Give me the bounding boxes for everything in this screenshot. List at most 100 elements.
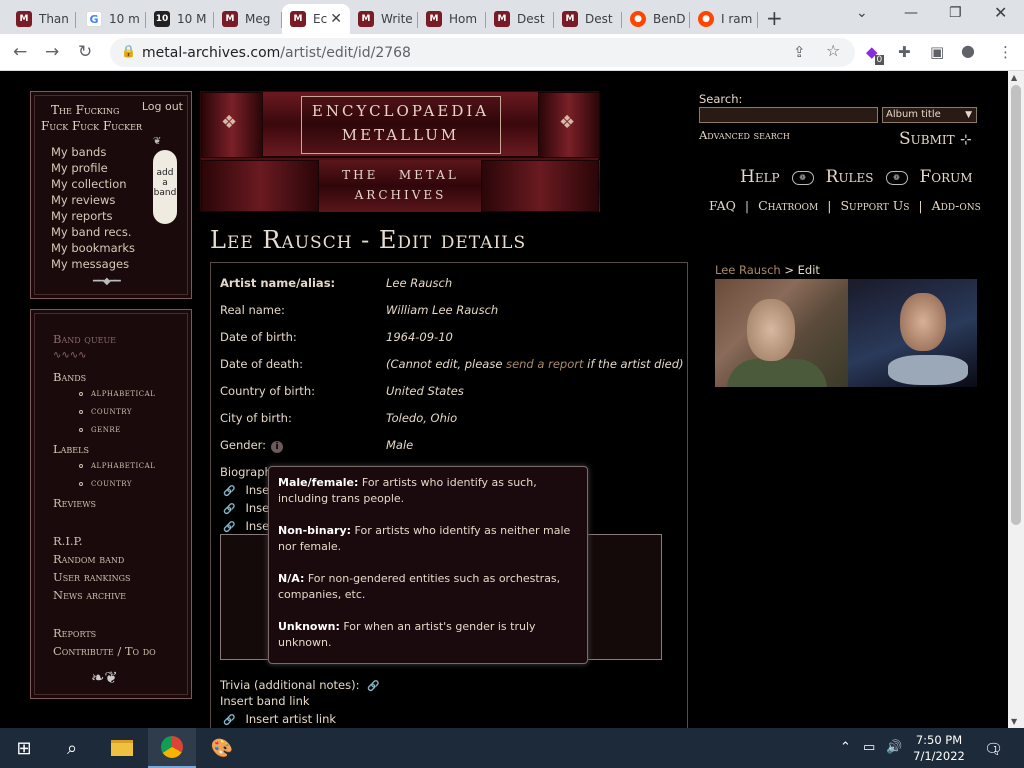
help-link[interactable]: Help [740,167,780,187]
insert-band-link-2[interactable]: Insert band link [220,694,310,708]
chrome-icon[interactable] [148,728,196,768]
close-tab-icon[interactable]: ✕ [330,11,342,27]
bands-country-link[interactable]: country [79,406,132,417]
queue-ornament-icon: ∿∿∿∿ [53,350,87,361]
user-rankings-link[interactable]: User rankings [53,570,131,584]
tab[interactable]: M Dest [486,4,554,34]
system-clock[interactable]: 7:50 PM 7/1/2022 [912,732,966,764]
page-scrollbar[interactable]: ▲ ▼ [1008,71,1024,728]
submit-search-button[interactable]: Submit ⊹ [899,129,972,149]
scrollbar-thumb[interactable] [1011,85,1021,525]
user-menu-item[interactable]: My reviews [51,192,135,208]
artist-name-value: Lee Rausch [386,276,453,290]
tab-label: Dest [585,12,613,26]
dod-value: (Cannot edit, please send a report if th… [386,357,684,371]
faq-link[interactable]: FAQ [709,198,736,213]
tab-active[interactable]: M Ec ✕ [282,4,350,34]
tab[interactable]: G 10 m [78,4,146,34]
new-tab-button[interactable]: + [766,6,783,30]
advanced-search-link[interactable]: Advanced search [699,128,790,142]
favicon-icon: ● [630,11,646,27]
scroll-up-icon[interactable]: ▲ [1011,73,1017,82]
bands-alphabetical-link[interactable]: alphabetical [79,388,155,399]
reviews-link[interactable]: Reviews [53,496,96,510]
minimize-button[interactable]: — [904,5,918,21]
tab[interactable]: M Meg [214,4,282,34]
tab[interactable]: 10 10 M [146,4,214,34]
profile-avatar-icon[interactable]: ● [961,41,975,60]
paint-icon[interactable]: 🎨 [198,728,246,768]
file-explorer-icon[interactable] [98,728,146,768]
network-icon[interactable]: ▭ [863,740,875,755]
support-us-link[interactable]: Support Us [840,198,909,213]
tab-strip: M Than G 10 m 10 10 M M Meg M Ec ✕ M Write M Hom M Dest M… [0,0,1024,34]
site-logo-banner[interactable]: ❖ ❖ ENCYCLOPAEDIA METALLUM THE METAL ARC… [200,91,600,212]
reports-link[interactable]: Reports [53,626,96,640]
contribute-link[interactable]: Contribute / To do [53,644,156,658]
search-input[interactable] [699,107,878,123]
notification-icon[interactable]: 🗨1 [984,740,1008,758]
favicon-icon: M [494,11,510,27]
divider-ornament-icon: ━━◆━━ [93,276,121,287]
chevron-up-icon[interactable]: ⌃ [840,740,851,755]
info-icon[interactable]: i [271,441,284,453]
country-value: United States [386,384,464,398]
rules-link[interactable]: Rules [826,167,874,187]
add-ons-link[interactable]: Add-ons [932,198,981,213]
tab[interactable]: M Hom [418,4,486,34]
share-icon[interactable]: ⇪ [793,43,806,61]
bookmark-star-icon[interactable]: ☆ [826,41,840,60]
scroll-down-icon[interactable]: ▼ [1011,717,1017,726]
menu-kebab-icon[interactable]: ⋮ [998,43,1013,61]
extension-icon[interactable]: ◆0 [866,43,887,65]
user-menu-item[interactable]: My profile [51,160,135,176]
puzzle-icon[interactable]: ✚ [898,43,911,61]
user-menu-item[interactable]: My messages [51,256,135,272]
windows-start-icon[interactable]: ⊞ [0,728,48,768]
chatroom-link[interactable]: Chatroom [758,198,818,213]
address-bar[interactable]: 🔒 metal-archives.com/artist/edit/id/2768 [110,38,855,67]
random-band-link[interactable]: Random band [53,552,124,566]
tab[interactable]: M Dest [554,4,622,34]
labels-link[interactable]: Labels [53,442,89,456]
band-queue-link[interactable]: Band queue [53,332,116,346]
sidepanel-icon[interactable]: ▣ [930,43,944,61]
gender-label: Gender: i [220,438,284,453]
insert-artist-link-1[interactable]: 🔗 Inser [223,501,274,515]
tab[interactable]: M Than [8,4,76,34]
close-window-button[interactable]: ✕ [994,3,1007,22]
volume-icon[interactable]: 🔊 [886,740,902,755]
bands-genre-link[interactable]: genre [79,424,121,435]
tab[interactable]: M Write [350,4,418,34]
user-menu-item[interactable]: My reports [51,208,135,224]
favicon-icon: 10 [154,11,170,27]
bands-link[interactable]: Bands [53,370,86,384]
tab[interactable]: ● BenD [622,4,690,34]
tab-label: Meg [245,12,271,26]
labels-alphabetical-link[interactable]: alphabetical [79,460,155,471]
news-archive-link[interactable]: News archive [53,588,126,602]
insert-label-link-1[interactable]: 🔗 Inser [223,519,274,533]
send-report-link[interactable]: send a report [506,357,583,371]
user-menu-item[interactable]: My collection [51,176,135,192]
search-icon[interactable]: ⌕ [48,728,96,768]
add-band-button[interactable]: add a band [153,150,177,224]
labels-country-link[interactable]: country [79,478,132,489]
restore-button[interactable]: ❐ [949,5,962,21]
search-type-select[interactable]: Album title ▼ [882,107,977,123]
user-menu-item[interactable]: My bands [51,144,135,160]
tab-search-icon[interactable]: ⌄ [856,5,868,21]
forum-link[interactable]: Forum [920,167,973,187]
link-icon: 🔗 [223,715,236,726]
insert-artist-link-2[interactable]: 🔗 Insert artist link [223,712,336,726]
reload-button[interactable]: ↻ [78,42,92,62]
user-menu-item[interactable]: My band recs. [51,224,135,240]
back-button[interactable]: ← [13,42,27,62]
forward-button[interactable]: → [45,42,59,62]
breadcrumb-artist-link[interactable]: Lee Rausch [715,263,781,277]
dob-label: Date of birth: [220,330,297,344]
tab[interactable]: ● I ram [690,4,758,34]
rip-link[interactable]: R.I.P. [53,534,83,548]
logout-link[interactable]: Log out [142,100,183,113]
user-menu-item[interactable]: My bookmarks [51,240,135,256]
